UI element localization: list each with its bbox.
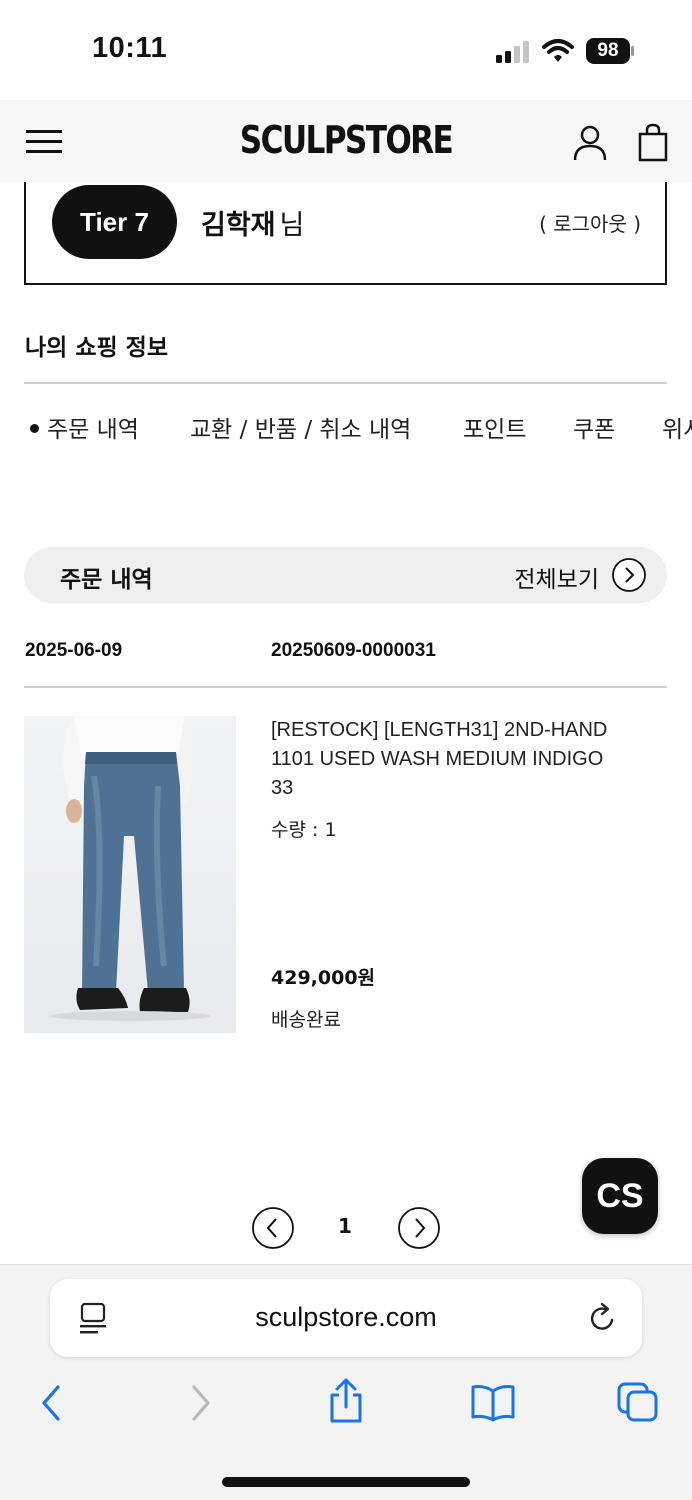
battery-icon: 98 — [586, 38, 634, 64]
orders-header: 주문 내역 전체보기 — [24, 547, 667, 603]
cellular-signal-icon — [496, 41, 529, 63]
profile-card: Tier 7 김학재 님 ( 로그아웃 ) — [24, 182, 667, 285]
bookmarks-icon[interactable] — [470, 1383, 516, 1423]
orders-title: 주문 내역 — [60, 567, 153, 593]
tab-points[interactable]: 포인트 — [463, 410, 526, 444]
wifi-icon — [542, 39, 574, 62]
hamburger-menu-icon[interactable] — [26, 128, 62, 156]
reload-icon[interactable] — [586, 1301, 618, 1335]
user-name-text: 김학재 — [201, 210, 276, 241]
tab-exchange-return-cancel[interactable]: 교환 / 반품 / 취소 내역 — [190, 410, 411, 444]
shopping-info-title: 나의 쇼핑 정보 — [25, 335, 168, 361]
share-icon[interactable] — [326, 1377, 366, 1425]
customer-service-button[interactable]: CS — [582, 1158, 658, 1234]
divider — [24, 382, 667, 384]
view-all-link[interactable]: 전체보기 — [514, 560, 599, 594]
site-header: SCULPSTORE — [0, 100, 692, 182]
product-image[interactable] — [24, 716, 236, 1033]
order-number[interactable]: 20250609-0000031 — [271, 640, 436, 662]
order-date: 2025-06-09 — [25, 640, 123, 661]
home-indicator — [222, 1477, 470, 1487]
active-dot — [30, 424, 39, 433]
tier-badge: Tier 7 — [52, 185, 177, 259]
tab-label: 주문 내역 — [47, 417, 139, 443]
product-price: 429,000원 — [271, 967, 376, 989]
status-time: 10:11 — [92, 32, 168, 64]
forward-arrow-icon[interactable] — [186, 1383, 216, 1423]
tabs-icon[interactable] — [616, 1381, 660, 1423]
back-arrow-icon[interactable] — [36, 1383, 66, 1423]
shopping-bag-icon[interactable] — [636, 122, 670, 162]
current-page-number[interactable]: 1 — [330, 1214, 360, 1238]
battery-level: 98 — [597, 40, 619, 61]
address-bar[interactable]: sculpstore.com — [50, 1279, 642, 1357]
next-page-button[interactable] — [397, 1206, 441, 1250]
product-quantity: 수량 : 1 — [271, 819, 337, 841]
status-bar: 10:11 98 — [0, 0, 692, 100]
shopping-info-tabs: 주문 내역 교환 / 반품 / 취소 내역 포인트 쿠폰 위시 — [30, 410, 692, 450]
user-account-icon[interactable] — [572, 124, 608, 162]
tab-wishlist[interactable]: 위시 — [662, 410, 692, 444]
chevron-right-circle-icon[interactable] — [611, 557, 647, 593]
previous-page-button[interactable] — [251, 1206, 295, 1250]
user-name-suffix: 님 — [279, 210, 305, 241]
divider — [24, 686, 667, 688]
site-logo[interactable]: SCULPSTORE — [62, 118, 629, 162]
tab-orders[interactable]: 주문 내역 — [30, 410, 139, 444]
url-text: sculpstore.com — [255, 1302, 437, 1332]
tab-coupons[interactable]: 쿠폰 — [573, 410, 615, 444]
browser-toolbar: sculpstore.com — [0, 1264, 692, 1500]
product-size: 33 — [271, 777, 294, 799]
delivery-status: 배송완료 — [271, 1009, 341, 1031]
logout-link[interactable]: ( 로그아웃 ) — [539, 208, 641, 237]
product-name[interactable]: [RESTOCK] [LENGTH31] 2ND-HAND 1101 USED … — [271, 716, 641, 774]
user-name: 김학재 님 — [201, 203, 304, 242]
